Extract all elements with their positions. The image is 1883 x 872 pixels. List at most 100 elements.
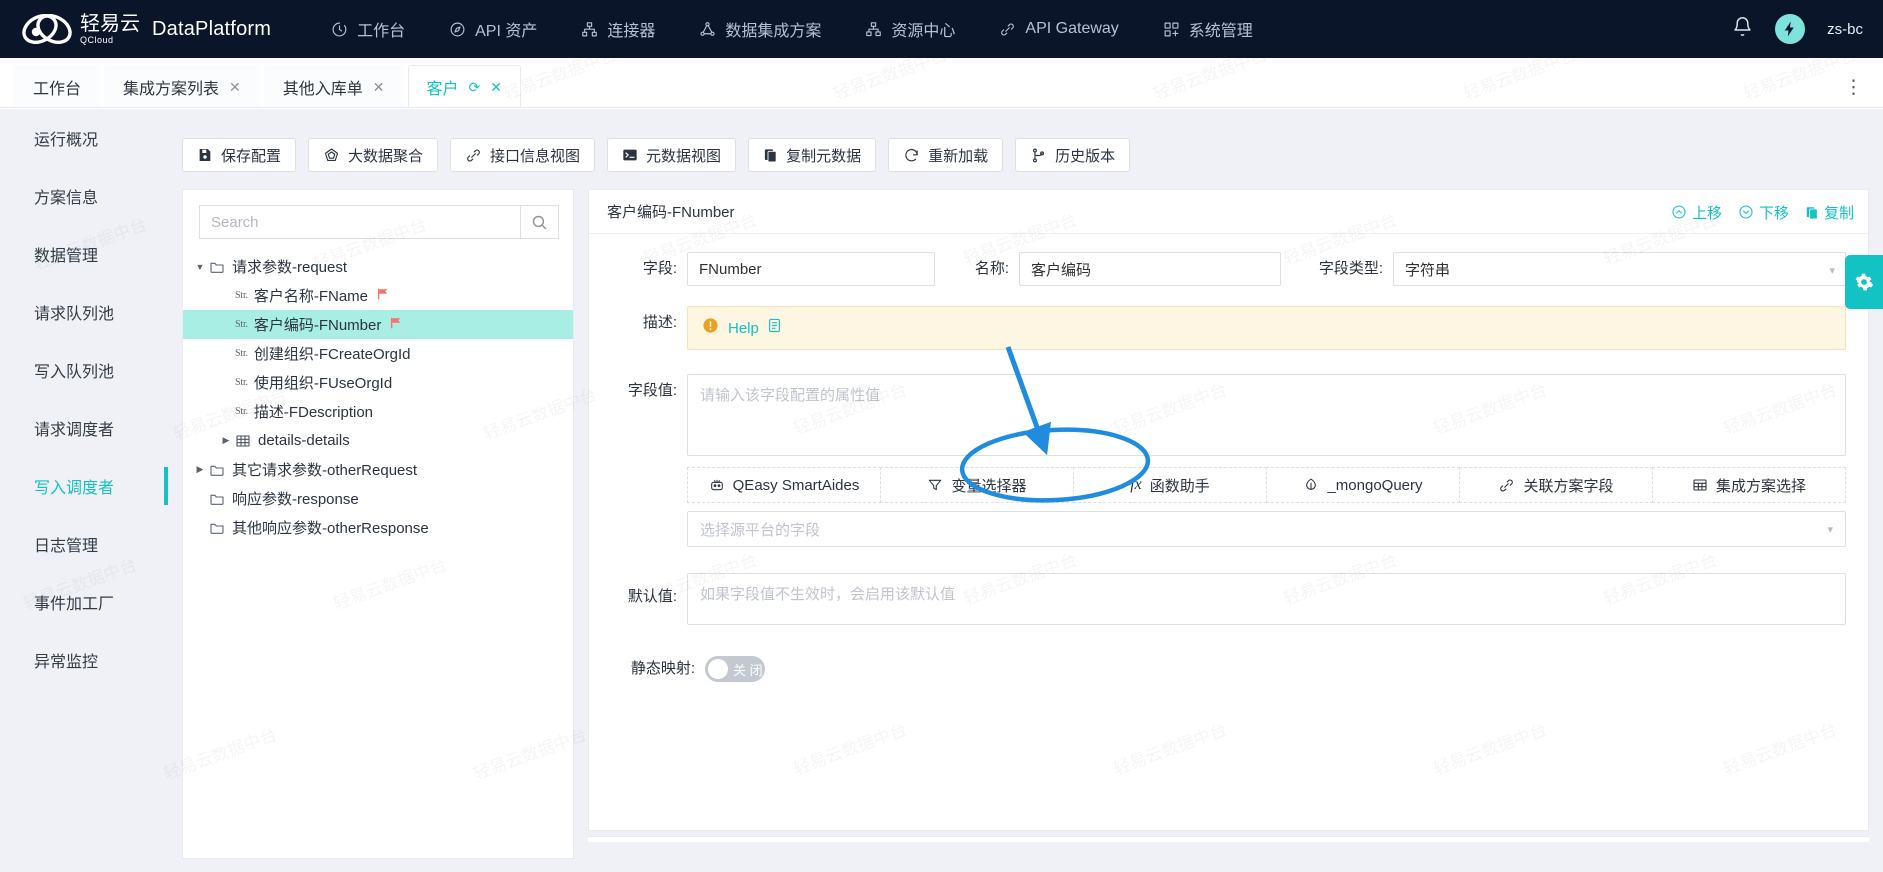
field-type-tag: Str. [235, 319, 248, 330]
tab-2[interactable]: 集成方案列表 ✕ [104, 65, 260, 107]
tree-node-label: 客户编码-FNumber [253, 317, 382, 334]
default-value-textarea[interactable] [687, 573, 1846, 625]
helper-chip-label: 函数助手 [1149, 477, 1210, 495]
sidebar-item-2[interactable]: 方案信息 [0, 167, 168, 225]
sidebar-item-8[interactable]: 日志管理 [0, 515, 168, 573]
field-value-textarea[interactable] [687, 374, 1846, 456]
toolbar-button-4[interactable]: 元数据视图 [607, 138, 737, 172]
sidebar-item-3[interactable]: 数据管理 [0, 225, 168, 283]
field-type-tag: Str. [235, 377, 248, 388]
sidebar-item-1[interactable]: 运行概况 [0, 109, 168, 167]
toolbar-button-2[interactable]: 大数据聚合 [308, 138, 439, 172]
tree-node[interactable]: Str. 客户名称-FName [183, 281, 573, 310]
help-link[interactable]: Help [728, 320, 759, 337]
sidebar-item-6[interactable]: 请求调度者 [0, 399, 168, 457]
nav-item-3[interactable]: 连接器 [559, 0, 677, 58]
helper-chip-5[interactable]: 关联方案字段 [1459, 467, 1653, 503]
helper-chip-4[interactable]: _mongoQuery [1266, 467, 1460, 503]
refresh-icon [903, 147, 920, 164]
chevron-down-circle-icon [1738, 204, 1754, 220]
helper-chip-3[interactable]: fx 函数助手 [1073, 467, 1267, 503]
nav-item-5[interactable]: 资源中心 [843, 0, 977, 58]
folder-icon [209, 259, 225, 275]
sidebar-item-4[interactable]: 请求队列池 [0, 283, 168, 341]
field-type-tag: Str. [235, 406, 248, 417]
sidebar-item-5[interactable]: 写入队列池 [0, 341, 168, 399]
tree-node[interactable]: 响应参数-response [183, 484, 573, 513]
tree-node[interactable]: Str. 创建组织-FCreateOrgId [183, 339, 573, 368]
tab-close-icon[interactable]: ✕ [373, 80, 385, 94]
field-action-1[interactable]: 上移 [1671, 202, 1722, 223]
tree-node[interactable]: ▼ 请求参数-request [183, 252, 573, 281]
toolbar-button-1[interactable]: 保存配置 [182, 138, 297, 172]
chevron-down-icon[interactable]: ▼ [191, 262, 209, 272]
toolbar-button-7[interactable]: 历史版本 [1015, 138, 1131, 172]
description-label: 描述: [642, 314, 677, 331]
field-type-select[interactable] [1393, 252, 1846, 286]
source-field-select[interactable]: 选择源平台的字段 ▾ [687, 511, 1846, 547]
default-value-label: 默认值: [627, 588, 677, 605]
field-config-actions: 上移 下移 复制 [1671, 190, 1854, 234]
field-action-2[interactable]: 下移 [1738, 202, 1789, 223]
tab-close-icon[interactable]: ✕ [229, 80, 241, 94]
nav-item-6[interactable]: API Gateway [977, 0, 1140, 58]
tree-node[interactable]: Str. 描述-FDescription [183, 397, 573, 426]
chevron-right-icon[interactable]: ▶ [191, 464, 209, 475]
toolbar-button-3[interactable]: 接口信息视图 [450, 138, 596, 172]
field-action-3[interactable]: 复制 [1805, 202, 1854, 223]
settings-float-button[interactable] [1845, 255, 1883, 309]
toolbar-button-label: 保存配置 [221, 147, 282, 165]
helper-chip-6[interactable]: 集成方案选择 [1652, 467, 1846, 503]
nav-item-1[interactable]: 工作台 [309, 0, 427, 58]
top-nav-items: 工作台 API 资产 连接器 数据集成方案 资源中心 API Gateway 系统管理 [309, 0, 1275, 58]
tree-search-box[interactable] [199, 205, 559, 239]
tab-3[interactable]: 其他入库单 ✕ [263, 65, 404, 107]
clock-icon [331, 21, 348, 38]
main-content-area: 保存配置 大数据聚合 接口信息视图 元数据视图 复制元数据 重新加载 历史版本 ▼ 请求参数-… [168, 109, 1883, 872]
tab-reload-icon[interactable]: ⟳ [469, 80, 481, 94]
sidebar-item-10[interactable]: 异常监控 [0, 631, 168, 689]
tree-node[interactable]: ▶ details-details [183, 426, 573, 455]
nav-item-2[interactable]: API 资产 [427, 0, 559, 58]
search-input[interactable] [200, 206, 520, 238]
helper-chip-1[interactable]: QEasy SmartAides [687, 467, 881, 503]
tree-node-label: 客户名称-FName [253, 288, 368, 305]
doc-icon[interactable] [768, 318, 781, 338]
toolbar-button-6[interactable]: 重新加载 [888, 138, 1004, 172]
tab-1[interactable]: 工作台 [14, 65, 101, 107]
tree-node-selected[interactable]: Str. 客户编码-FNumber [183, 310, 573, 339]
panel-bottom-edge [588, 836, 1869, 842]
sidebar-item-label: 异常监控 [34, 654, 99, 671]
table-icon [1692, 477, 1708, 493]
helper-chip-2[interactable]: 变量选择器 [880, 467, 1074, 503]
toolbar-button-5[interactable]: 复制元数据 [748, 138, 877, 172]
bell-icon[interactable] [1732, 16, 1753, 42]
grid-plus-icon [1163, 21, 1180, 38]
name-input[interactable] [1019, 252, 1281, 286]
sidebar-item-7[interactable]: 写入调度者 [0, 457, 168, 515]
nav-item-7[interactable]: 系统管理 [1141, 0, 1275, 58]
avatar[interactable] [1775, 14, 1806, 44]
field-label: 字段: [642, 260, 677, 277]
top-nav-right: zs-bc [1732, 0, 1863, 58]
sidebar-item-9[interactable]: 事件加工厂 [0, 573, 168, 631]
search-icon[interactable] [520, 206, 558, 238]
nav-item-label: 数据集成方案 [725, 23, 822, 40]
nav-item-4[interactable]: 数据集成方案 [677, 0, 843, 58]
brand-chinese-name: 轻易云 QCloud [80, 12, 140, 45]
tab-4[interactable]: 客户 ⟳ ✕ [407, 65, 521, 107]
tab-close-icon[interactable]: ✕ [490, 80, 502, 94]
polygon-icon [323, 147, 340, 164]
tree-node[interactable]: ▶ 其它请求参数-otherRequest [183, 455, 573, 484]
toggle-state-label: 关 闭 [733, 662, 763, 678]
tree-node[interactable]: Str. 使用组织-FUseOrgId [183, 368, 573, 397]
field-basic-row: 字段: 名称: 字段类型: ▾ [589, 252, 1868, 286]
field-input[interactable] [687, 252, 935, 286]
brand-logo-group[interactable]: 轻易云 QCloud DataPlatform [18, 8, 271, 50]
tree-node[interactable]: 其他响应参数-otherResponse [183, 513, 573, 542]
tree-node-label: 使用组织-FUseOrgId [253, 375, 393, 392]
static-mapping-toggle[interactable]: 关 闭 [705, 656, 765, 682]
chevron-right-icon[interactable]: ▶ [217, 435, 235, 446]
default-value-row: 默认值: [589, 573, 1868, 630]
tab-overflow-menu-button[interactable]: ⋮ [1844, 78, 1865, 97]
